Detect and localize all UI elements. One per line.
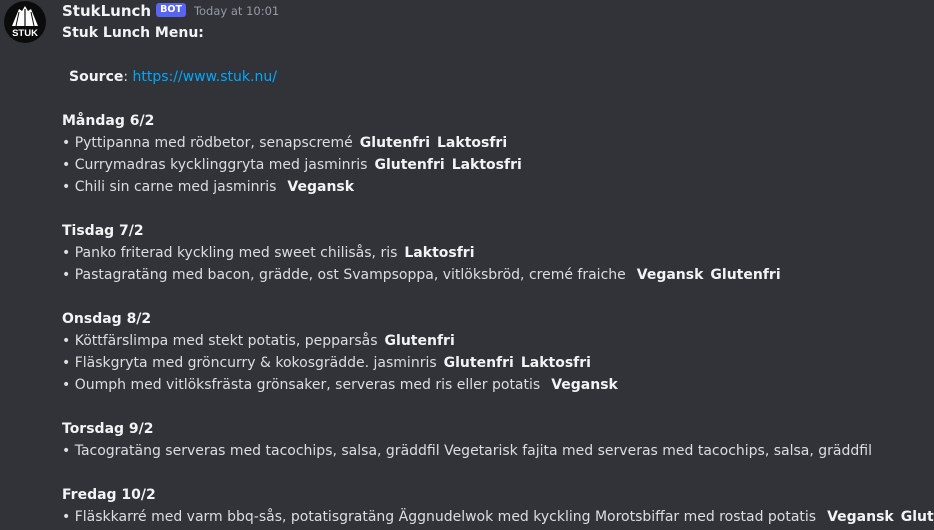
diet-tag: Glutenfri	[710, 267, 781, 283]
day-heading: Torsdag 9/2	[62, 421, 154, 437]
diet-tag: Glutenfri	[359, 135, 431, 151]
diet-tag: Vegansk	[287, 179, 355, 195]
source-separator: :	[123, 69, 129, 85]
diet-tag: Glutenfri	[374, 157, 445, 173]
diet-tag: Glutenfri	[384, 333, 455, 349]
day-heading: Fredag 10/2	[62, 487, 156, 503]
menu-item-text: • Fläskgryta med gröncurry & kokosgrädde…	[62, 355, 437, 371]
menu-item-text: • Fläskkarré med varm bbq-sås, potatisgr…	[62, 509, 817, 525]
diet-tag: Vegansk	[827, 509, 894, 525]
menu-item: • Fläskkarré med varm bbq-sås, potatisgr…	[62, 506, 934, 528]
menu-days: Måndag 6/2 • Pyttipanna med rödbetor, sen…	[62, 88, 934, 528]
diet-tag: Laktosfri	[437, 135, 508, 151]
bot-avatar[interactable]: STUK	[4, 1, 46, 43]
menu-item-text: • Currymadras kycklinggryta med jasminri…	[62, 157, 368, 173]
diet-tag: Laktosfri	[451, 157, 522, 173]
menu-item: • Pastagratäng med bacon, grädde, ost Sv…	[62, 264, 934, 286]
menu-item-text: • Panko friterad kyckling med sweet chil…	[62, 245, 398, 261]
menu-item: • Fläskgryta med gröncurry & kokosgrädde…	[62, 352, 934, 374]
menu-item-text: • Tacogratäng serveras med tacochips, sa…	[62, 443, 872, 459]
menu-item: • Chili sin carne med jasminris Vegansk	[62, 176, 934, 198]
menu-item: • Currymadras kycklinggryta med jasminri…	[62, 154, 934, 176]
message-content: StukLunch BOT Today at 10:01 Stuk Lunch …	[62, 0, 934, 528]
chat-message: STUK StukLunch BOT Today at 10:01 Stuk L…	[0, 0, 934, 530]
diet-tag: Glutenfri	[443, 355, 514, 371]
menu-item-text: • Köttfärslimpa med stekt potatis, peppa…	[62, 333, 378, 349]
stuk-logo-icon: STUK	[12, 6, 38, 39]
diet-tag: Glutenfri	[900, 509, 934, 525]
menu-item: • Tacogratäng serveras med tacochips, sa…	[62, 440, 934, 462]
menu-title: Stuk Lunch Menu:	[62, 25, 204, 41]
diet-tag: Laktosfri	[404, 245, 475, 261]
day-heading: Måndag 6/2	[62, 113, 155, 129]
source-label: Source	[69, 69, 124, 85]
diet-tag: Laktosfri	[520, 355, 591, 371]
bot-badge: BOT	[156, 3, 186, 17]
diet-tag: Vegansk	[636, 267, 704, 283]
menu-item: • Pyttipanna med rödbetor, senapscremé Gl…	[62, 132, 934, 154]
menu-item-text: • Pyttipanna med rödbetor, senapscremé	[62, 135, 353, 151]
message-header: StukLunch BOT Today at 10:01	[62, 0, 934, 22]
source-line: Source: https://www.stuk.nu/	[62, 66, 934, 88]
day-heading: Onsdag 8/2	[62, 311, 152, 327]
message-body: Stuk Lunch Menu: Source: https://www.stu…	[62, 22, 934, 528]
menu-item-text: • Oumph med vitlöksfrästa grönsaker, ser…	[62, 377, 541, 393]
menu-item: • Oumph med vitlöksfrästa grönsaker, ser…	[62, 374, 934, 396]
timestamp[interactable]: Today at 10:01	[194, 4, 279, 18]
menu-item-text: • Chili sin carne med jasminris	[62, 179, 277, 195]
menu-item: • Panko friterad kyckling med sweet chil…	[62, 242, 934, 264]
diet-tag: Vegansk	[551, 377, 618, 393]
day-heading: Tisdag 7/2	[62, 223, 144, 239]
avatar-text: STUK	[12, 28, 38, 39]
source-link[interactable]: https://www.stuk.nu/	[133, 69, 277, 85]
menu-item: • Köttfärslimpa med stekt potatis, peppa…	[62, 330, 934, 352]
username[interactable]: StukLunch	[62, 2, 151, 20]
menu-item-text: • Pastagratäng med bacon, grädde, ost Sv…	[62, 267, 626, 283]
